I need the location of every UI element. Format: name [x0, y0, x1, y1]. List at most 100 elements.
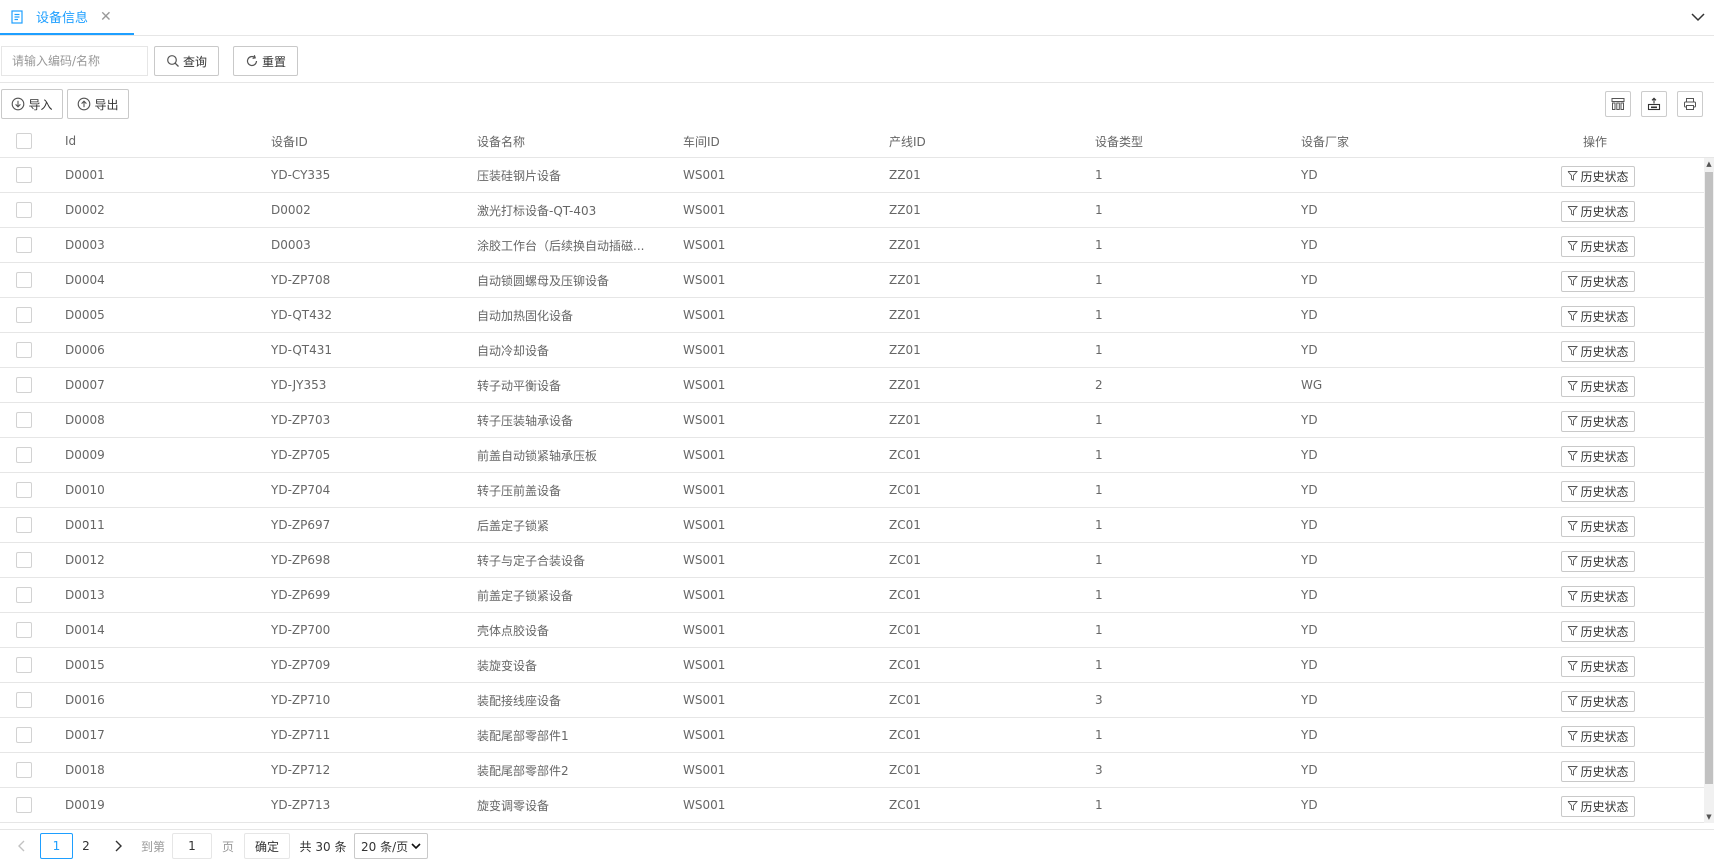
table-row[interactable]: D0008 YD-ZP703 转子压装轴承设备 WS001 ZZ01 1 YD 历史状态	[0, 403, 1706, 438]
cell-device-type-text: 3	[1095, 763, 1103, 777]
table-row[interactable]: D0004 YD-ZP708 自动锁圆螺母及压铆设备 WS001 ZZ01 1 YD 历史状态	[0, 263, 1706, 298]
history-status-label: 历史状态	[1580, 485, 1629, 499]
cell-vendor-text: YD	[1301, 273, 1318, 287]
history-status-button[interactable]: 历史状态	[1561, 341, 1635, 362]
row-checkbox[interactable]	[16, 377, 32, 393]
history-status-button[interactable]: 历史状态	[1561, 236, 1635, 257]
page-2[interactable]: 2	[76, 833, 96, 859]
history-status-button[interactable]: 历史状态	[1561, 516, 1635, 537]
import-button[interactable]: 导入	[1, 89, 63, 119]
table-row[interactable]: D0006 YD-QT431 自动冷却设备 WS001 ZZ01 1 YD 历史状态	[0, 333, 1706, 368]
row-checkbox[interactable]	[16, 342, 32, 358]
goto-page-input[interactable]: 1	[172, 833, 212, 859]
cell-workshop-id-text: WS001	[683, 763, 726, 777]
history-status-button[interactable]: 历史状态	[1561, 656, 1635, 677]
history-status-button[interactable]: 历史状态	[1561, 166, 1635, 187]
table-row[interactable]: D0016 YD-ZP710 装配接线座设备 WS001 ZC01 3 YD 历史状态	[0, 683, 1706, 718]
next-page-icon[interactable]	[108, 833, 128, 859]
row-checkbox[interactable]	[16, 587, 32, 603]
cell-line-id-text: ZZ01	[889, 168, 921, 182]
table-row[interactable]: D0015 YD-ZP709 装旋变设备 WS001 ZC01 1 YD 历史状态	[0, 648, 1706, 683]
total-count: 共 30 条	[299, 839, 347, 854]
cell-device-type: 3	[1095, 683, 1285, 717]
search-input[interactable]	[1, 46, 148, 76]
table-row[interactable]: D0010 YD-ZP704 转子压前盖设备 WS001 ZC01 1 YD 历史状态	[0, 473, 1706, 508]
query-button[interactable]: 查询	[154, 46, 219, 76]
table-row[interactable]: D0001 YD-CY335 压装硅钢片设备 WS001 ZZ01 1 YD 历史状态	[0, 158, 1706, 193]
history-status-button[interactable]: 历史状态	[1561, 201, 1635, 222]
row-checkbox[interactable]	[16, 552, 32, 568]
row-checkbox[interactable]	[16, 657, 32, 673]
history-status-button[interactable]: 历史状态	[1561, 271, 1635, 292]
history-status-button[interactable]: 历史状态	[1561, 306, 1635, 327]
table-row[interactable]: D0017 YD-ZP711 装配尾部零部件1 WS001 ZC01 1 YD 历史状态	[0, 718, 1706, 753]
row-checkbox[interactable]	[16, 272, 32, 288]
row-checkbox[interactable]	[16, 202, 32, 218]
table-row[interactable]: D0005 YD-QT432 自动加热固化设备 WS001 ZZ01 1 YD 历史状态	[0, 298, 1706, 333]
history-status-button[interactable]: 历史状态	[1561, 411, 1635, 432]
prev-page-icon[interactable]	[12, 833, 32, 859]
history-status-button[interactable]: 历史状态	[1561, 446, 1635, 467]
tab-device-info[interactable]: 设备信息 ✕	[0, 0, 134, 35]
table-header: Id 设备ID 设备名称 车间ID 产线ID 设备类型 设备厂家 操作	[0, 125, 1714, 158]
cell-device-name: 转子动平衡设备	[477, 368, 647, 402]
row-checkbox[interactable]	[16, 167, 32, 183]
history-status-button[interactable]: 历史状态	[1561, 376, 1635, 397]
row-checkbox[interactable]	[16, 692, 32, 708]
page-size-select[interactable]: 20 条/页	[354, 833, 428, 859]
table-row[interactable]: D0014 YD-ZP700 壳体点胶设备 WS001 ZC01 1 YD 历史状态	[0, 613, 1706, 648]
chevron-down-icon[interactable]	[1690, 9, 1706, 25]
cell-id-text: D0002	[65, 203, 105, 217]
history-status-button[interactable]: 历史状态	[1561, 691, 1635, 712]
export-icon[interactable]	[1641, 91, 1667, 117]
close-icon[interactable]: ✕	[100, 9, 112, 25]
scroll-down-icon[interactable]: ▼	[1705, 812, 1713, 822]
document-icon	[10, 9, 24, 24]
history-status-button[interactable]: 历史状态	[1561, 796, 1635, 817]
table-row[interactable]: D0011 YD-ZP697 后盖定子锁紧 WS001 ZC01 1 YD 历史状态	[0, 508, 1706, 543]
cell-workshop-id-text: WS001	[683, 343, 726, 357]
page-1[interactable]: 1	[40, 833, 73, 859]
row-checkbox[interactable]	[16, 447, 32, 463]
history-status-button[interactable]: 历史状态	[1561, 551, 1635, 572]
cell-workshop-id: WS001	[683, 578, 873, 612]
cell-line-id: ZZ01	[889, 263, 1079, 297]
table-row[interactable]: D0019 YD-ZP713 旋变调零设备 WS001 ZC01 1 YD 历史状态	[0, 788, 1706, 823]
table-row[interactable]: D0013 YD-ZP699 前盖定子锁紧设备 WS001 ZC01 1 YD 历史状态	[0, 578, 1706, 613]
cell-line-id-text: ZC01	[889, 658, 921, 672]
row-checkbox[interactable]	[16, 622, 32, 638]
goto-confirm-button[interactable]: 确定	[244, 833, 290, 859]
columns-icon[interactable]	[1605, 91, 1631, 117]
vertical-scrollbar[interactable]: ▲ ▼	[1704, 158, 1714, 823]
history-status-button[interactable]: 历史状态	[1561, 761, 1635, 782]
table-row[interactable]: D0009 YD-ZP705 前盖自动锁紧轴承压板 WS001 ZC01 1 YD 历史状态	[0, 438, 1706, 473]
export-button[interactable]: 导出	[67, 89, 129, 119]
cell-vendor: YD	[1301, 648, 1491, 682]
print-icon[interactable]	[1677, 91, 1703, 117]
history-status-button[interactable]: 历史状态	[1561, 586, 1635, 607]
table-row[interactable]: D0002 D0002 激光打标设备-QT-403 WS001 ZZ01 1 YD 历史状态	[0, 193, 1706, 228]
history-status-button[interactable]: 历史状态	[1561, 481, 1635, 502]
row-checkbox[interactable]	[16, 727, 32, 743]
row-checkbox[interactable]	[16, 412, 32, 428]
table-row[interactable]: D0003 D0003 涂胶工作台（后续换自动插磁... WS001 ZZ01 1 YD 历史…	[0, 228, 1706, 263]
row-checkbox[interactable]	[16, 517, 32, 533]
row-checkbox[interactable]	[16, 762, 32, 778]
select-all-checkbox[interactable]	[16, 133, 32, 149]
reset-button[interactable]: 重置	[233, 46, 298, 76]
table-row[interactable]: D0007 YD-JY353 转子动平衡设备 WS001 ZZ01 2 WG 历史状态	[0, 368, 1706, 403]
scroll-up-icon[interactable]: ▲	[1705, 159, 1713, 169]
cell-vendor: YD	[1301, 228, 1491, 262]
cell-workshop-id: WS001	[683, 613, 873, 647]
table-row[interactable]: D0012 YD-ZP698 转子与定子合装设备 WS001 ZC01 1 YD 历史状态	[0, 543, 1706, 578]
row-checkbox[interactable]	[16, 237, 32, 253]
table-row[interactable]: D0018 YD-ZP712 装配尾部零部件2 WS001 ZC01 3 YD 历史状态	[0, 753, 1706, 788]
scrollbar-thumb[interactable]	[1705, 172, 1713, 784]
cell-line-id-text: ZZ01	[889, 308, 921, 322]
row-checkbox[interactable]	[16, 797, 32, 813]
history-status-button[interactable]: 历史状态	[1561, 726, 1635, 747]
cell-line-id-text: ZC01	[889, 588, 921, 602]
row-checkbox[interactable]	[16, 307, 32, 323]
history-status-button[interactable]: 历史状态	[1561, 621, 1635, 642]
row-checkbox[interactable]	[16, 482, 32, 498]
